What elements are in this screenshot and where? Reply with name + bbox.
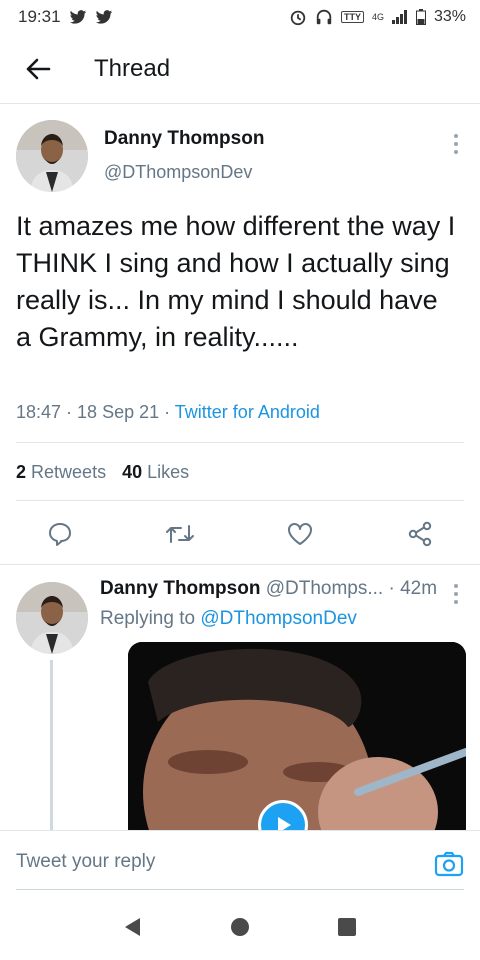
avatar[interactable] [16, 120, 88, 192]
alarm-icon [290, 10, 306, 26]
dot-icon [454, 150, 458, 154]
system-navigation-bar [0, 894, 480, 960]
tweet-date: 18 Sep 21 [77, 402, 160, 422]
video-thumbnail[interactable] [128, 642, 466, 842]
circle-home-icon[interactable] [229, 916, 251, 938]
share-button[interactable] [402, 516, 438, 552]
arrow-left-icon [26, 58, 51, 79]
separator-dot: · [388, 578, 395, 599]
battery-percent: 33% [433, 8, 466, 25]
avatar-image [16, 582, 88, 654]
reply-author-name[interactable]: Danny Thompson [100, 578, 260, 599]
input-underline [16, 889, 464, 890]
camera-button[interactable] [434, 849, 464, 879]
tweet-metadata: 18:47 · 18 Sep 21 · Twitter for Android [16, 402, 320, 422]
tweet-time: 18:47 [16, 402, 62, 422]
share-icon [408, 521, 432, 547]
tweet-source[interactable]: Twitter for Android [175, 402, 320, 422]
more-options-button[interactable] [452, 584, 460, 604]
dot-icon [454, 600, 458, 604]
triangle-back-icon[interactable] [122, 916, 144, 938]
reply-author-handle[interactable]: @DThomps... [266, 578, 383, 599]
like-count: 40 [122, 462, 143, 482]
status-bar: 19:31 TTY 4G 33% [0, 0, 480, 34]
page-title: Thread [94, 54, 171, 82]
reply-time: 42m [400, 578, 438, 599]
twitter-notification-icon [69, 9, 86, 24]
tweet-stats: 2 Retweets 40 Likes [16, 462, 189, 483]
back-button[interactable] [18, 49, 58, 89]
replying-mention[interactable]: @DThompsonDev [200, 608, 357, 629]
reply-button[interactable] [42, 516, 78, 552]
heart-icon [288, 523, 312, 545]
author-handle[interactable]: @DThompsonDev [104, 162, 252, 183]
replying-prefix: Replying to [100, 608, 196, 629]
camera-icon [434, 851, 464, 877]
reply-header: Danny Thompson @DThomps... · 42m [100, 578, 437, 600]
dot-icon [454, 592, 458, 596]
dot-icon [454, 134, 458, 138]
reply-composer: Tweet your reply [0, 830, 480, 894]
divider [0, 564, 480, 565]
retweets-stat[interactable]: 2 Retweets [16, 462, 106, 483]
replying-to: Replying to @DThompsonDev [100, 608, 357, 630]
battery-icon [415, 9, 426, 25]
author-name[interactable]: Danny Thompson [104, 128, 264, 150]
signal-icon [391, 10, 407, 24]
tweet-text: It amazes me how different the way I THI… [16, 211, 456, 352]
divider [16, 442, 464, 443]
like-label: Likes [147, 462, 190, 482]
headphones-icon [316, 9, 332, 25]
dot-icon [454, 584, 458, 588]
retweet-count: 2 [16, 462, 27, 482]
like-button[interactable] [282, 516, 318, 552]
divider [16, 500, 464, 501]
tweet-actions [0, 516, 480, 552]
retweet-button[interactable] [162, 516, 198, 552]
square-recents-icon[interactable] [336, 916, 358, 938]
comment-icon [49, 523, 71, 546]
app-header: Thread [0, 34, 480, 104]
avatar[interactable] [16, 582, 88, 654]
retweet-label: Retweets [31, 462, 107, 482]
reply-input[interactable]: Tweet your reply [16, 851, 155, 873]
status-left: 19:31 [18, 7, 113, 27]
likes-stat[interactable]: 40 Likes [122, 462, 189, 483]
dot-icon [454, 142, 458, 146]
tty-indicator: TTY [340, 11, 364, 23]
status-time: 19:31 [18, 7, 61, 26]
avatar-image [16, 120, 88, 192]
retweet-icon [166, 525, 194, 543]
twitter-notification-icon-2 [95, 9, 112, 24]
status-right: TTY 4G 33% [289, 8, 466, 26]
more-options-button[interactable] [452, 134, 460, 154]
network-type: 4G [371, 12, 384, 22]
thread-connector-line [50, 660, 53, 830]
reply-tweet[interactable]: Danny Thompson @DThomps... · 42m Replyin… [0, 566, 480, 842]
